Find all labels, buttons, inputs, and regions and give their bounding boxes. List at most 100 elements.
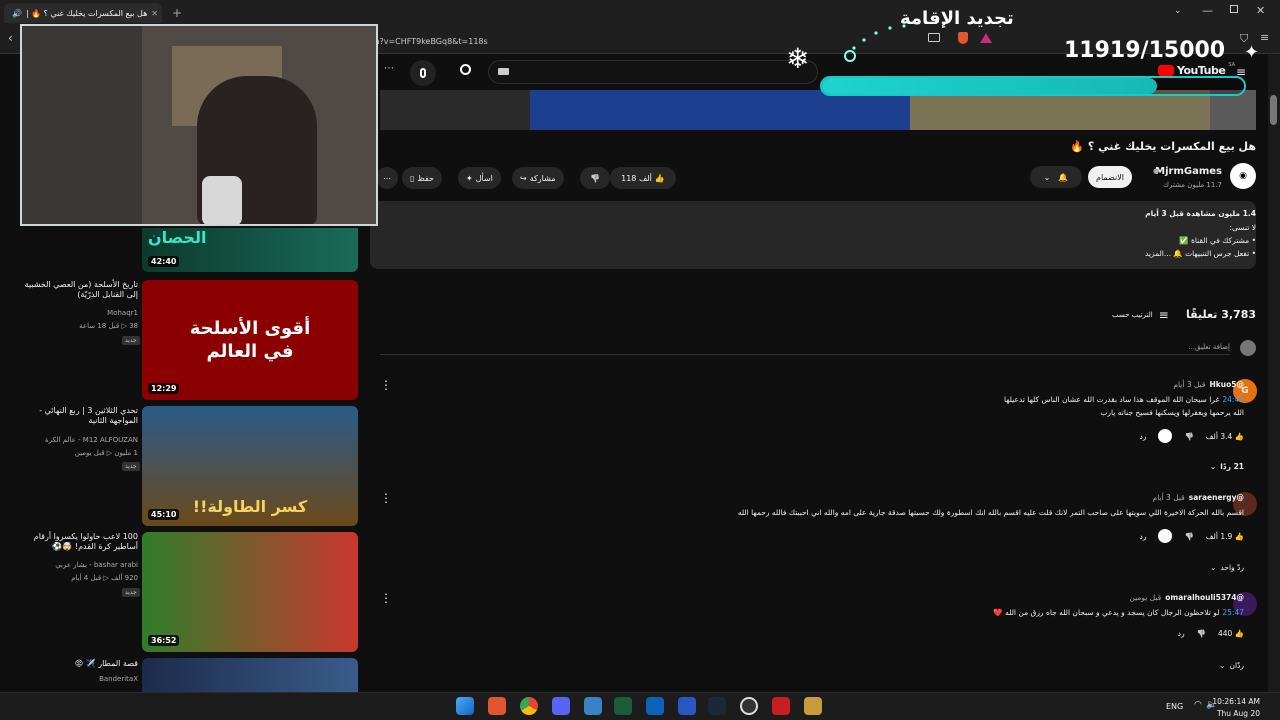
webcam-overlay	[20, 24, 378, 226]
sort-button[interactable]: ≡ الترتيب حسب	[1112, 308, 1169, 322]
comment-timestamp-link[interactable]: 24:42	[1222, 395, 1244, 404]
app-icon[interactable]	[804, 697, 822, 715]
mic-button[interactable]	[410, 60, 436, 86]
reply-button[interactable]: رد	[1139, 532, 1146, 541]
rewards-icon[interactable]	[980, 33, 992, 43]
app-icon[interactable]	[678, 697, 696, 715]
menu-icon[interactable]: ≡	[1260, 31, 1269, 44]
video-duration: 42:40	[148, 256, 180, 267]
sidebar-thumbnail[interactable]	[142, 532, 358, 652]
description-stats: 1.4 مليون مشاهدة قبل 3 أيام	[1145, 209, 1256, 218]
creator-heart-icon	[1158, 529, 1173, 543]
back-icon[interactable]: ‹	[8, 31, 13, 45]
app-icon[interactable]	[772, 697, 790, 715]
start-icon[interactable]	[456, 697, 474, 715]
search-input[interactable]	[488, 60, 818, 84]
close-icon[interactable]: ✕	[151, 9, 158, 18]
comment-like-button[interactable]: 👍 3.4 ألف	[1206, 432, 1244, 441]
comment-menu-icon[interactable]: ⋮	[380, 378, 392, 392]
language-indicator[interactable]: ENG	[1166, 702, 1183, 711]
reply-button[interactable]: رد	[1178, 629, 1185, 638]
page-scrollbar[interactable]	[1268, 54, 1280, 694]
comment-like-button[interactable]: 👍 440	[1218, 629, 1244, 638]
sidebar-meta: 1 مليون ▷ قبل يومين	[74, 449, 138, 457]
chrome-icon[interactable]	[520, 697, 538, 715]
keyboard-icon[interactable]	[498, 68, 509, 75]
reply-button[interactable]: رد	[1139, 432, 1146, 441]
new-tab-button[interactable]: +	[172, 6, 182, 20]
comment-menu-icon[interactable]: ⋮	[380, 591, 392, 605]
comment-time: قبل يومين	[1129, 593, 1162, 602]
subscribe-notifications-button[interactable]: ⌄ 🔔	[1030, 166, 1082, 188]
thumbnail-text: أقوى الأسلحة في العالم	[189, 317, 311, 362]
clock-time[interactable]: 10:26:14 AM	[1212, 697, 1260, 706]
sidebar-channel[interactable]: Mohaqr1	[14, 309, 138, 317]
dislike-button[interactable]: 👎	[580, 167, 610, 189]
comment-dislike-button[interactable]: 👎	[1197, 629, 1206, 638]
wifi-icon[interactable]: ◠	[1194, 700, 1202, 710]
audio-icon[interactable]: 🔊	[12, 9, 22, 18]
brave-icon[interactable]	[488, 697, 506, 715]
brave-shield-icon[interactable]	[958, 32, 968, 44]
new-badge: جديد	[122, 588, 140, 597]
description-box[interactable]	[370, 201, 1256, 269]
show-replies-button[interactable]: ردّان ⌄	[1219, 661, 1244, 670]
sidebar-channel[interactable]: M12 ALFOUZAN - عالم الكرة	[14, 436, 138, 444]
comment-text: الله يرحمها ويغفرلها ويسكنها فسيح جناته …	[1100, 408, 1244, 417]
sidebar-thumbnail[interactable]	[142, 658, 358, 692]
show-replies-button[interactable]: 21 ردًا ⌄	[1210, 462, 1244, 471]
sidebar-meta: 920 ألف ▷ قبل 4 أيام	[71, 574, 138, 582]
maximize-icon[interactable]	[1230, 5, 1238, 13]
sidebar-video-title[interactable]: تاريخ الأسلحة (من العصي الخشبية إلى القن…	[14, 280, 138, 301]
more-options-icon[interactable]: ⋯	[384, 63, 394, 74]
goal-progress-text: 11919/15000	[1064, 38, 1226, 63]
comment-author[interactable]: @omaralhouli5374	[1165, 593, 1244, 602]
app-icon[interactable]	[646, 697, 664, 715]
url-field[interactable]: ch?v=CHFT9keBGq8&t=118s	[370, 32, 930, 50]
comment-author[interactable]: @Hkuo5	[1210, 380, 1244, 389]
more-actions-button[interactable]: ⋯	[376, 167, 398, 189]
comment-author[interactable]: @saraenergy	[1189, 493, 1244, 502]
sidebar-thumbnail[interactable]: أقوى الأسلحة في العالم	[142, 280, 358, 400]
tab-list-icon[interactable]: ⌄	[1174, 6, 1182, 16]
comment-like-button[interactable]: 👍 1.9 ألف	[1206, 532, 1244, 541]
bookmark-icon: ▯	[410, 173, 415, 183]
sidebar-channel[interactable]: BanderitaX	[14, 675, 138, 683]
window-close-icon[interactable]: ✕	[1256, 4, 1265, 17]
comment-timestamp-link[interactable]: 25:47	[1222, 608, 1244, 617]
search-icon[interactable]	[460, 64, 471, 75]
comment-actions: 👍 1.9 ألف 👎 رد	[1139, 529, 1244, 543]
video-player[interactable]	[380, 90, 1256, 130]
comment-menu-icon[interactable]: ⋮	[380, 491, 392, 505]
minimize-icon[interactable]: —	[1202, 4, 1213, 17]
thumbnail-text: كسر الطاولة!!	[192, 497, 308, 516]
save-button[interactable]: ▯ حفظ	[402, 167, 442, 189]
share-button[interactable]: ↪ مشاركة	[512, 167, 564, 189]
obs-icon[interactable]	[740, 697, 758, 715]
sidebar-video-title[interactable]: تحدي الثلاثين 3 | ربع النهائي - المواجهة…	[14, 406, 138, 427]
sidebar-thumbnail[interactable]: كسر الطاولة!!	[142, 406, 358, 526]
show-replies-button[interactable]: ردّ واحد ⌄	[1210, 563, 1244, 572]
comment-dislike-button[interactable]: 👎	[1184, 432, 1193, 441]
scrollbar-thumb[interactable]	[1270, 95, 1277, 125]
share-icon: ↪	[520, 173, 527, 183]
browser-tab[interactable]: ✕ هل بيع المكسرات يخليك غني ؟ 🔥 | 🔊	[4, 3, 162, 23]
sidebar-channel[interactable]: bashar arabi - بشار عربي	[14, 561, 138, 569]
join-button[interactable]: الانضمام	[1088, 166, 1132, 188]
comment-dislike-button[interactable]: 👎	[1184, 532, 1193, 541]
discord-icon[interactable]	[552, 697, 570, 715]
steam-icon[interactable]	[708, 697, 726, 715]
channel-name[interactable]: MjrmGames	[1155, 166, 1222, 177]
clock-date[interactable]: Thu Aug 20	[1217, 709, 1260, 718]
webcam-sign-text: الحصان	[148, 228, 207, 247]
microphone-icon	[420, 68, 426, 78]
channel-avatar[interactable]: ◉	[1230, 163, 1256, 189]
sidebar-video-title[interactable]: 100 لاعب حاولوا يكسروا أرقام أساطير كرة …	[14, 532, 138, 553]
comment-header: @saraenergy قبل 3 أيام	[1153, 493, 1244, 502]
terminal-icon[interactable]	[614, 697, 632, 715]
like-button[interactable]: 118 ألف 👍	[610, 167, 676, 189]
ask-button[interactable]: ✦ اسأل	[458, 167, 501, 189]
sidebar-video-title[interactable]: قصة المطار ✈️ 😡	[14, 659, 138, 669]
add-comment-input[interactable]: إضافة تعليق...	[380, 343, 1230, 355]
files-icon[interactable]	[584, 697, 602, 715]
